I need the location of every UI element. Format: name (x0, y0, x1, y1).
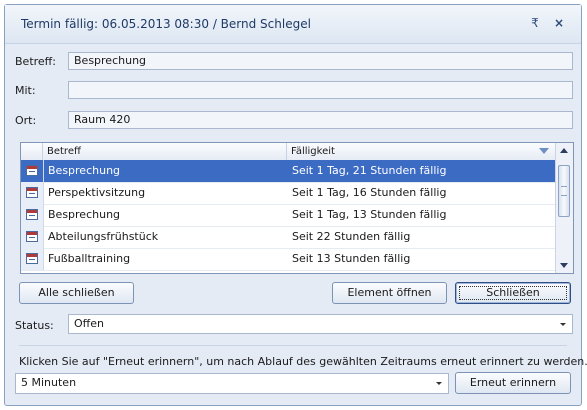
status-label: Status: (15, 319, 54, 332)
close-icon[interactable]: × (551, 16, 567, 30)
list-item[interactable]: Besprechung Seit 1 Tag, 13 Stunden fälli… (21, 204, 556, 227)
list-item[interactable]: Fußballtraining Seit 13 Stunden fällig (21, 248, 556, 271)
header-due-label: Fälligkeit (291, 146, 335, 157)
status-value: Offen (74, 317, 104, 330)
snooze-duration-value: 5 Minuten (21, 376, 77, 389)
list-item[interactable]: Abteilungsfrühstück Seit 22 Stunden fäll… (21, 226, 556, 249)
reminder-list[interactable]: Betreff Fälligkeit Besprechung Seit 1 Ta… (20, 142, 574, 274)
chevron-down-icon (560, 323, 566, 326)
item-subject: Abteilungsfrühstück (48, 230, 159, 243)
pin-icon[interactable]: ₹ (527, 16, 543, 30)
appointment-icon (26, 187, 38, 198)
close-all-button[interactable]: Alle schließen (19, 282, 134, 304)
header-subject[interactable]: Betreff (43, 143, 287, 160)
scroll-thumb[interactable] (558, 165, 570, 217)
scroll-up-icon[interactable] (560, 148, 568, 153)
appointment-icon (26, 165, 38, 176)
appointment-icon (26, 253, 38, 264)
item-due: Seit 1 Tag, 16 Stunden fällig (292, 186, 447, 199)
appointment-icon (26, 231, 38, 242)
subject-field: Besprechung (68, 52, 573, 70)
header-icon-column (21, 143, 43, 160)
with-field (68, 81, 573, 99)
item-subject: Besprechung (48, 164, 121, 177)
list-header: Betreff Fälligkeit (21, 143, 556, 161)
appointment-icon (26, 209, 38, 220)
snooze-duration-select[interactable]: 5 Minuten (15, 373, 449, 394)
item-subject: Besprechung (48, 208, 121, 221)
item-due: Seit 22 Stunden fällig (292, 230, 411, 243)
status-select[interactable]: Offen (68, 314, 573, 334)
item-subject: Fußballtraining (48, 252, 131, 265)
item-due: Seit 13 Stunden fällig (292, 252, 411, 265)
title-bar: Termin fällig: 06.05.2013 08:30 / Bernd … (5, 5, 581, 44)
with-label: Mit: (15, 84, 36, 97)
item-subject: Perspektivsitzung (48, 186, 146, 199)
item-due: Seit 1 Tag, 13 Stunden fällig (292, 208, 447, 221)
item-due: Seit 1 Tag, 21 Stunden fällig (292, 164, 447, 177)
subject-label: Betreff: (15, 55, 56, 68)
open-item-button[interactable]: Element öffnen (332, 282, 447, 304)
sort-desc-icon (539, 148, 549, 154)
list-scrollbar[interactable] (555, 143, 573, 273)
list-item[interactable]: Perspektivsitzung Seit 1 Tag, 16 Stunden… (21, 182, 556, 205)
window-title: Termin fällig: 06.05.2013 08:30 / Bernd … (21, 17, 311, 31)
scroll-down-icon[interactable] (560, 263, 568, 268)
header-due[interactable]: Fälligkeit (287, 143, 556, 160)
location-field: Raum 420 (68, 111, 573, 129)
divider (19, 345, 567, 346)
chevron-down-icon (436, 382, 442, 385)
location-label: Ort: (15, 114, 37, 127)
snooze-hint: Klicken Sie auf "Erneut erinnern", um na… (19, 355, 587, 368)
list-item[interactable]: Besprechung Seit 1 Tag, 21 Stunden fälli… (21, 160, 556, 183)
reminder-dialog: Termin fällig: 06.05.2013 08:30 / Bernd … (4, 4, 587, 406)
close-button[interactable]: Schließen (455, 282, 571, 304)
focus-rectangle (459, 286, 567, 300)
snooze-button[interactable]: Erneut erinnern (455, 372, 571, 394)
